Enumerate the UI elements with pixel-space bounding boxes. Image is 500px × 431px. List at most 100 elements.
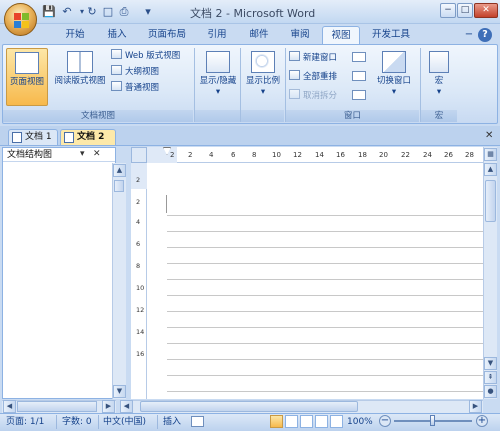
ruler-label: 14 [315,151,324,159]
select-browse-object-icon[interactable]: ● [484,385,497,398]
macro-recording-icon[interactable] [191,416,204,427]
new-document-icon[interactable]: □ [100,4,116,20]
restore-button[interactable]: □ [457,3,473,18]
outline-icon[interactable] [315,415,328,428]
document-page[interactable] [147,163,483,399]
remove-split-icon [289,89,300,99]
reading-view-icon [67,51,93,73]
view-side-by-side-icon[interactable] [352,52,366,62]
document-scroll-thumb[interactable] [485,180,496,222]
pane-scroll-down-icon[interactable]: ▼ [113,385,126,398]
status-separator [56,415,57,429]
close-button[interactable]: ✕ [474,3,498,18]
scroll-left-icon[interactable]: ◀ [120,400,133,413]
grid-line [167,327,483,328]
reading-view-button[interactable]: 阅读版式视图 [52,51,108,87]
outline-view-label: 大纲视图 [125,67,160,77]
arrange-all-button[interactable]: 全部重排 [289,70,337,84]
scroll-up-icon[interactable]: ▲ [484,163,497,176]
ruler-label: 10 [272,151,281,159]
ruler-label: 6 [231,151,236,159]
web-view-button[interactable]: Web 版式视图 [111,49,180,63]
outline-view-button[interactable]: 大纲视图 [111,65,159,79]
customize-toolbar-icon[interactable]: ▾ [140,4,156,20]
pane-scroll-right-icon[interactable]: ▶ [102,400,115,413]
tab-developer[interactable]: 开发工具 [366,26,416,44]
arrange-all-icon [289,70,300,80]
tab-review[interactable]: 审阅 [283,26,317,44]
outline-view-icon [111,65,122,75]
pane-h-scroll-thumb[interactable] [17,401,97,412]
arrange-all-label: 全部重排 [303,72,338,82]
tab-selector-icon[interactable] [131,147,147,163]
minimize-button[interactable]: − [440,3,456,18]
page-count[interactable]: 页面: 1/1 [6,416,44,428]
show-hide-dropdown-icon: ▾ [215,87,221,97]
document-h-scroll-thumb[interactable] [140,401,358,412]
remove-split-label: 取消拆分 [303,91,338,101]
new-window-button[interactable]: 新建窗口 [289,51,337,65]
ruler-toggle-icon[interactable]: ▦ [484,148,497,161]
previous-page-icon[interactable]: ⇞ [484,371,497,384]
print-icon[interactable]: ⎙ [116,4,132,20]
pane-dropdown-icon[interactable]: ▾ [80,149,85,159]
vruler-label: 2 [136,198,141,206]
doc-tab-2[interactable]: 文档 2 [60,129,116,145]
vruler-label: 16 [136,350,145,358]
undo-icon[interactable]: ↶ [59,4,75,20]
ribbon-minimize-icon[interactable]: − [462,28,476,42]
full-screen-reading-icon[interactable] [285,415,298,428]
draft-view-button[interactable]: 普通视图 [111,81,159,95]
switch-windows-button[interactable]: 切换窗口 ▾ [372,51,416,98]
zoom-slider-thumb[interactable] [430,415,435,426]
tab-view[interactable]: 视图 [322,26,360,45]
remove-split-button[interactable]: 取消拆分 [289,89,337,103]
tab-references[interactable]: 引用 [200,26,234,44]
pane-close-icon[interactable]: ✕ [93,149,101,159]
zoom-in-icon[interactable]: + [476,415,488,427]
scroll-down-icon[interactable]: ▼ [484,357,497,370]
zoom-dropdown-icon: ▾ [260,87,266,97]
reading-view-label: 阅读版式视图 [54,76,106,86]
zoom-out-icon[interactable]: − [379,415,391,427]
scroll-right-icon[interactable]: ▶ [469,400,482,413]
reset-window-position-icon[interactable] [352,90,366,100]
help-icon[interactable]: ? [478,28,492,42]
window-title: 文档 2 - Microsoft Word [190,7,316,20]
ruler-label: 24 [423,151,432,159]
pane-scroll-up-icon[interactable]: ▲ [113,164,126,177]
close-doc-tab-icon[interactable]: ✕ [485,130,493,141]
zoom-level[interactable]: 100% [347,416,373,428]
switch-windows-dropdown-icon: ▾ [391,87,397,97]
office-button[interactable] [4,3,37,36]
show-hide-button[interactable]: 显示/隐藏 ▾ [197,51,239,98]
vruler-label: 10 [136,284,145,292]
zoom-label: 显示比例 [245,76,280,86]
doc-tab-1[interactable]: 文档 1 [8,129,58,145]
print-layout-view-icon[interactable] [270,415,283,428]
save-icon[interactable]: 💾 [41,4,57,20]
synchronous-scrolling-icon[interactable] [352,71,366,81]
page-view-button[interactable]: 页面视图 [6,48,48,106]
insert-mode-indicator[interactable]: 插入 [163,416,181,428]
word-count[interactable]: 字数: 0 [62,416,92,428]
tab-insert[interactable]: 插入 [100,26,134,44]
tab-mailings[interactable]: 邮件 [242,26,276,44]
status-separator [98,415,99,429]
pane-scroll-left-icon[interactable]: ◀ [3,400,16,413]
grid-line [167,231,483,232]
language-indicator[interactable]: 中文(中国) [103,416,146,428]
pane-scroll-thumb[interactable] [114,180,124,192]
grid-line [167,247,483,248]
window-group-label: 窗口 [286,110,419,122]
pane-vertical-scrollbar[interactable] [112,163,126,399]
macros-button[interactable]: 宏 ▾ [425,51,453,98]
ruler-label: 2 [170,151,175,159]
web-layout-icon[interactable] [300,415,313,428]
draft-icon[interactable] [330,415,343,428]
page-view-label: 页面视图 [9,77,44,87]
tab-page-layout[interactable]: 页面布局 [142,26,192,44]
tab-home[interactable]: 开始 [58,26,92,44]
redo-icon[interactable]: ↻ [84,4,100,20]
zoom-button[interactable]: 显示比例 ▾ [242,51,284,98]
